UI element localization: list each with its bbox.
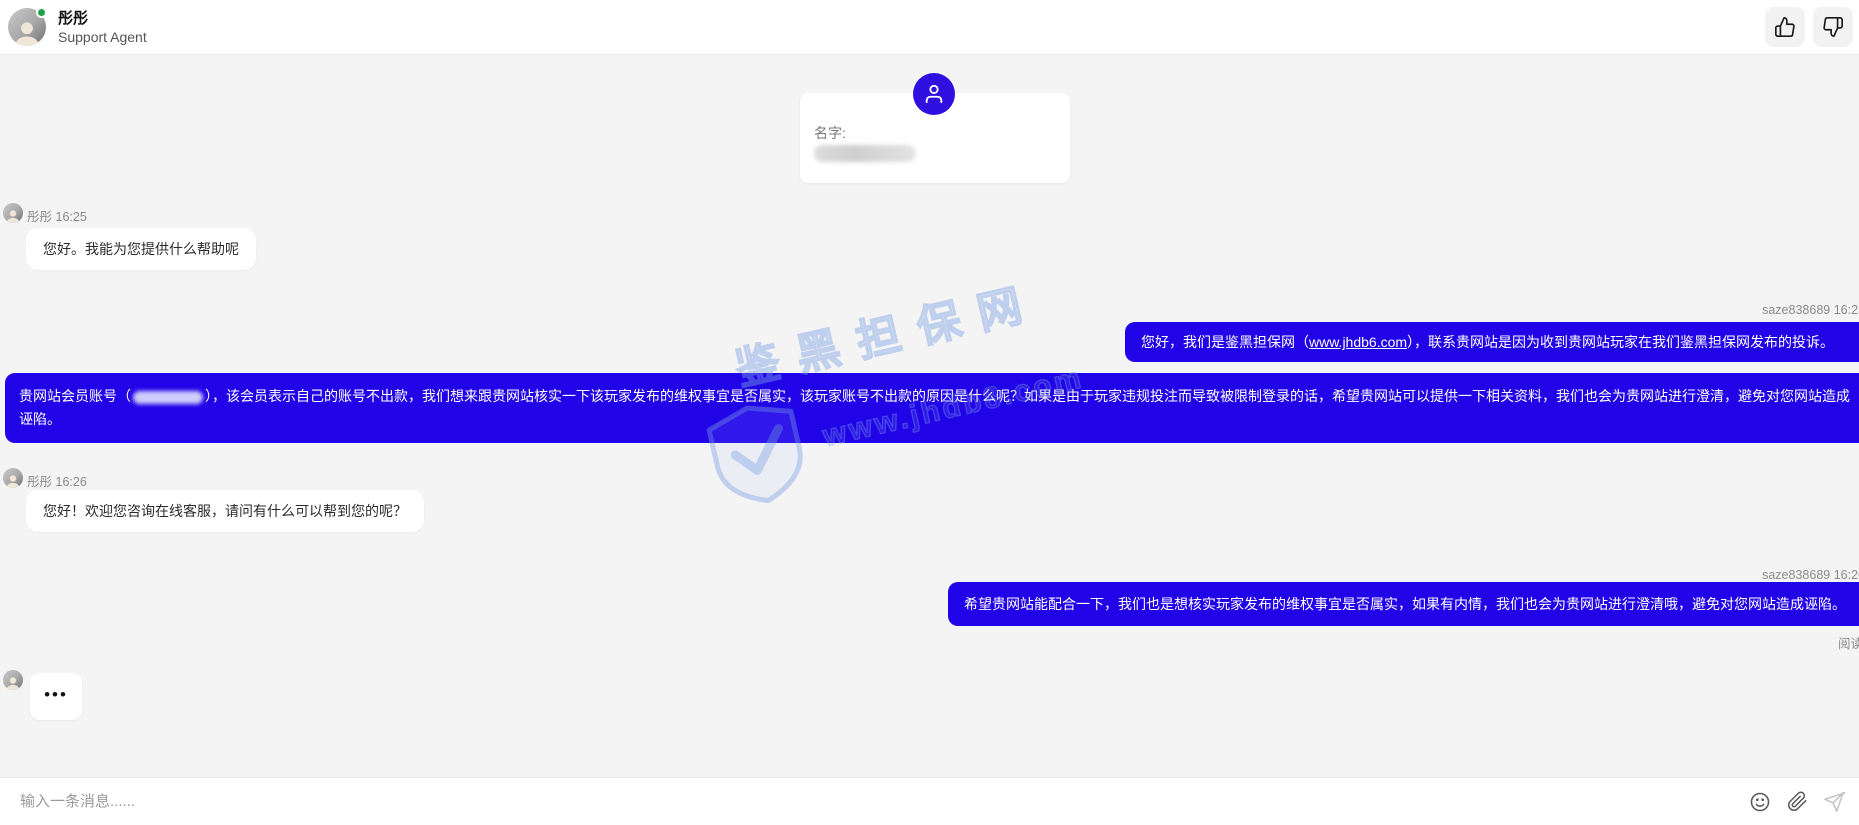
- message-meta: 彤彤 16:25: [27, 206, 87, 225]
- user-message-bubble: 希望贵网站能配合一下，我们也是想核实玩家发布的维权事宜是否属实，如果有内情，我们…: [948, 582, 1859, 626]
- emoji-smiley-icon: [1749, 791, 1771, 813]
- message-avatar: [3, 670, 23, 690]
- person-silhouette-icon: [5, 474, 21, 488]
- message-meta: saze838689 16:25: [1762, 303, 1859, 317]
- message-text: ），该会员表示自己的账号不出款，我们想来跟贵网站核实一下该玩家发布的维权事宜是否…: [19, 388, 1850, 427]
- message-sender: 彤彤: [27, 475, 52, 489]
- online-status-dot: [36, 7, 47, 18]
- typing-indicator-bubble: •••: [30, 673, 82, 720]
- chat-message-area: 名字: 彤彤 16:25 您好。我能为您提供什么帮助呢 saze838689 1…: [0, 55, 1859, 777]
- prechat-user-badge: [913, 73, 955, 115]
- message-meta: 彤彤 16:26: [27, 471, 87, 490]
- agent-avatar: [8, 8, 46, 46]
- attach-file-button[interactable]: [1784, 789, 1810, 815]
- send-icon: [1823, 791, 1845, 813]
- prechat-name-label: 名字:: [814, 123, 846, 143]
- message-sender: saze838689: [1762, 568, 1830, 582]
- message-avatar: [3, 468, 23, 488]
- agent-message-bubble: 您好。我能为您提供什么帮助呢: [26, 228, 256, 270]
- agent-role: Support Agent: [58, 28, 147, 46]
- person-silhouette-icon: [12, 20, 42, 46]
- agent-avatar-small: [3, 203, 23, 223]
- agent-name: 彤彤: [58, 9, 147, 28]
- typing-dots: •••: [44, 690, 68, 704]
- thumbs-down-icon: [1822, 16, 1844, 38]
- message-time: 16:26: [1834, 568, 1859, 582]
- chat-header: 彤彤 Support Agent: [0, 0, 1859, 55]
- prechat-name-value-redacted: [814, 145, 916, 162]
- person-silhouette-icon: [5, 209, 21, 223]
- agent-avatar-small: [3, 670, 23, 690]
- message-text: 您好，我们是鉴黑担保网（: [1141, 334, 1309, 350]
- user-message-bubble-wide: 贵网站会员账号（），该会员表示自己的账号不出款，我们想来跟贵网站核实一下该玩家发…: [5, 373, 1859, 443]
- thumbs-down-button[interactable]: [1813, 7, 1853, 47]
- agent-message-bubble: 您好！欢迎您咨询在线客服，请问有什么可以帮到您的呢？: [26, 490, 424, 532]
- jhdb6-link[interactable]: www.jhdb6.com: [1309, 334, 1407, 350]
- message-avatar: [3, 203, 23, 223]
- message-time: 16:26: [56, 475, 87, 489]
- message-text: 贵网站会员账号（: [19, 388, 131, 404]
- user-message-bubble: 您好，我们是鉴黑担保网（www.jhdb6.com），联系贵网站是因为收到贵网站…: [1125, 322, 1859, 362]
- thumbs-up-button[interactable]: [1765, 7, 1805, 47]
- message-composer: [0, 777, 1859, 825]
- read-receipt: 阅读: [1838, 633, 1859, 652]
- paperclip-icon: [1787, 791, 1808, 812]
- message-time: 16:25: [56, 210, 87, 224]
- message-text: ），联系贵网站是因为收到贵网站玩家在我们鉴黑担保网发布的投诉。: [1407, 334, 1834, 350]
- message-input[interactable]: [20, 793, 1747, 810]
- thumbs-up-icon: [1774, 16, 1796, 38]
- user-icon: [923, 83, 945, 105]
- agent-avatar-small: [3, 468, 23, 488]
- message-sender: 彤彤: [27, 210, 52, 224]
- send-button[interactable]: [1821, 789, 1847, 815]
- account-number-redacted: [133, 391, 203, 404]
- message-sender: saze838689: [1762, 303, 1830, 317]
- emoji-button[interactable]: [1747, 789, 1773, 815]
- person-silhouette-icon: [5, 676, 21, 690]
- message-meta: saze838689 16:26: [1762, 568, 1859, 582]
- message-time: 16:25: [1834, 303, 1859, 317]
